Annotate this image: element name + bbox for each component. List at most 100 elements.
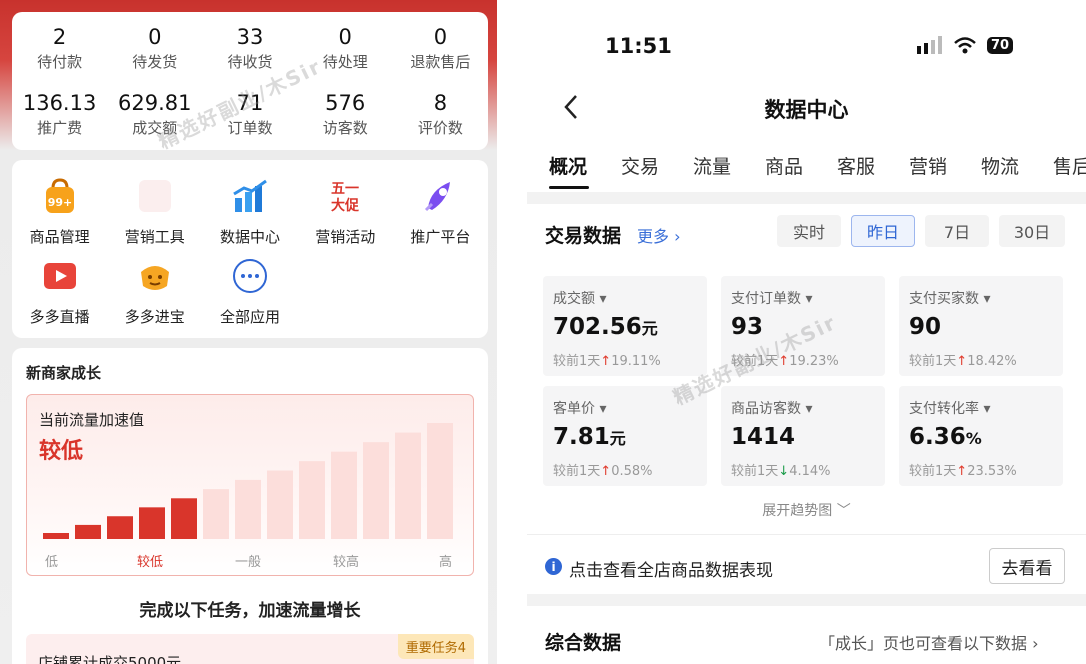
tool-label: 营销活动 [315, 228, 376, 246]
right-app-panel: 11:51 70 数据中心 概况 交易 流量 商品 客服 营销 物流 售后 交易… [527, 0, 1086, 664]
tool-label: 推广平台 [410, 228, 471, 246]
metric-value: 93 [731, 314, 764, 340]
acceleration-bar [107, 516, 133, 539]
trade-data-card: 交易数据 更多 › 实时 昨日 7日 30日 成交额 ▾ 702.56元 较前1… [527, 204, 1086, 594]
task-badge: 重要任务4 [397, 634, 474, 659]
tool-treasure[interactable]: 多多进宝 [107, 256, 202, 327]
metric-label: 支付买家数 ▾ [909, 291, 991, 307]
tab-after-sales[interactable]: 售后 [1053, 152, 1086, 179]
tab-products[interactable]: 商品 [765, 152, 803, 179]
acceleration-bar [299, 461, 325, 539]
tab-traffic[interactable]: 流量 [693, 152, 731, 179]
axis-label-high: 高 [439, 555, 453, 570]
metric-product-visitors[interactable]: 商品访客数 ▾ 1414 较前1天↓4.14% [721, 386, 885, 486]
stat-refunds[interactable]: 0 退款售后 [393, 24, 488, 74]
tool-promo-events[interactable]: 五一 大促 营销活动 [298, 176, 393, 247]
tool-all-apps[interactable]: 全部应用 [202, 256, 297, 327]
tool-product-management[interactable]: 99+ 商品管理 [12, 176, 107, 247]
metric-value: 702.56元 [553, 314, 658, 340]
metric-compare: 较前1天↓4.14% [731, 464, 831, 479]
stat-label: 退款售后 [410, 53, 471, 71]
merchant-growth-card: 新商家成长 当前流量加速值 较低 低 较低 一般 较高 高 完成以下任务，加速流… [12, 348, 488, 664]
accel-label: 当前流量加速值 [39, 411, 145, 429]
metric-paid-buyers[interactable]: 支付买家数 ▾ 90 较前1天↑18.42% [899, 276, 1063, 376]
stat-reviews[interactable]: 8 评价数 [393, 90, 488, 140]
stat-promo-fee[interactable]: 136.13 推广费 [12, 90, 107, 140]
section-title: 综合数据 [545, 632, 622, 654]
range-yesterday[interactable]: 昨日 [851, 215, 915, 247]
expand-trend-button[interactable]: 展开趋势图 ﹀ [527, 500, 1086, 520]
acceleration-bar [363, 442, 389, 539]
tool-marketing-tools[interactable]: 营销工具 [107, 176, 202, 247]
section-title: 交易数据 [545, 225, 622, 247]
accel-value: 较低 [39, 439, 84, 464]
acceleration-bar [427, 423, 453, 539]
tab-customer-service[interactable]: 客服 [837, 152, 875, 179]
task-item[interactable]: 店铺累计成交5000元 重要任务4 [26, 634, 474, 664]
task-title: 店铺累计成交5000元 [38, 654, 182, 664]
metric-label: 支付订单数 ▾ [731, 291, 813, 307]
acceleration-bar [203, 489, 229, 539]
axis-label-low: 低 [45, 555, 59, 570]
range-30d[interactable]: 30日 [999, 215, 1065, 247]
metric-label: 成交额 ▾ [553, 291, 607, 307]
acceleration-bar [75, 524, 101, 539]
tool-label: 数据中心 [219, 228, 280, 246]
stat-label: 推广费 [37, 119, 83, 137]
axis-label-lower: 较低 [137, 555, 164, 570]
status-icons: 70 [917, 36, 1014, 54]
back-icon[interactable] [561, 92, 581, 129]
stat-pending-ship[interactable]: 0 待发货 [107, 24, 202, 74]
stat-value: 33 [236, 25, 264, 49]
stat-pending-payment[interactable]: 2 待付款 [12, 24, 107, 74]
active-tab-indicator [549, 186, 589, 189]
tab-logistics[interactable]: 物流 [981, 152, 1019, 179]
metric-value: 7.81元 [553, 424, 626, 450]
wifi-icon [954, 37, 976, 54]
promo-icon-text: 大促 [331, 197, 360, 214]
stat-value: 0 [433, 25, 448, 49]
more-link[interactable]: 更多 › [637, 223, 681, 247]
stat-value: 576 [325, 91, 366, 115]
live-stream-icon [40, 256, 80, 296]
acceleration-bar [235, 479, 261, 539]
range-7d[interactable]: 7日 [925, 215, 989, 247]
order-stats-row: 2 待付款 0 待发货 33 待收货 0 待处理 0 退款售后 [12, 24, 488, 74]
promo-icon-text: 五一 [331, 181, 359, 197]
info-icon: i [545, 558, 562, 575]
stat-value: 0 [148, 25, 162, 49]
tab-marketing[interactable]: 营销 [909, 152, 947, 179]
metric-compare: 较前1天↑23.53% [909, 464, 1017, 479]
badge-count: 99+ [47, 196, 72, 209]
axis-label-medium: 一般 [235, 555, 262, 570]
task-hint: 完成以下任务，加速流量增长 [139, 601, 361, 621]
product-bag-icon: 99+ [40, 176, 80, 216]
metric-compare: 较前1天↑0.58% [553, 464, 653, 479]
stat-value: 136.13 [22, 91, 97, 115]
left-app-panel: 2 待付款 0 待发货 33 待收货 0 待处理 0 退款售后 136.13 推广费 629… [0, 0, 497, 664]
tool-live-stream[interactable]: 多多直播 [12, 256, 107, 327]
metric-label: 支付转化率 ▾ [909, 401, 991, 417]
promo-event-icon: 五一 大促 [325, 176, 365, 216]
stat-label: 待付款 [37, 53, 83, 71]
stat-visitors[interactable]: 576 访客数 [298, 90, 393, 140]
stat-value: 8 [433, 91, 448, 115]
go-view-button[interactable]: 去看看 [989, 548, 1065, 584]
acceleration-bar [43, 533, 69, 539]
tool-promotion-platform[interactable]: 推广平台 [393, 176, 488, 247]
metric-gmv[interactable]: 成交额 ▾ 702.56元 较前1天↑19.11% [543, 276, 707, 376]
tool-data-center[interactable]: 数据中心 [202, 176, 297, 247]
tab-overview[interactable]: 概况 [549, 152, 587, 179]
metric-conversion-rate[interactable]: 支付转化率 ▾ 6.36% 较前1天↑23.53% [899, 386, 1063, 486]
more-apps-icon [230, 256, 270, 296]
tools-card: 99+ 商品管理 营销工具 数据中心 五一 大促 营销活动 推广平台 多多直播 … [12, 160, 488, 338]
stat-label: 待发货 [132, 53, 178, 71]
data-center-icon [230, 176, 270, 216]
growth-page-link[interactable]: 「成长」页也可查看以下数据 › [819, 630, 1039, 654]
stat-label: 访客数 [322, 119, 368, 137]
battery-icon: 70 [987, 36, 1014, 54]
status-bar: 11:51 70 [527, 0, 1086, 90]
acceleration-bar [171, 498, 197, 539]
range-realtime[interactable]: 实时 [777, 215, 841, 247]
tab-trade[interactable]: 交易 [621, 152, 659, 179]
